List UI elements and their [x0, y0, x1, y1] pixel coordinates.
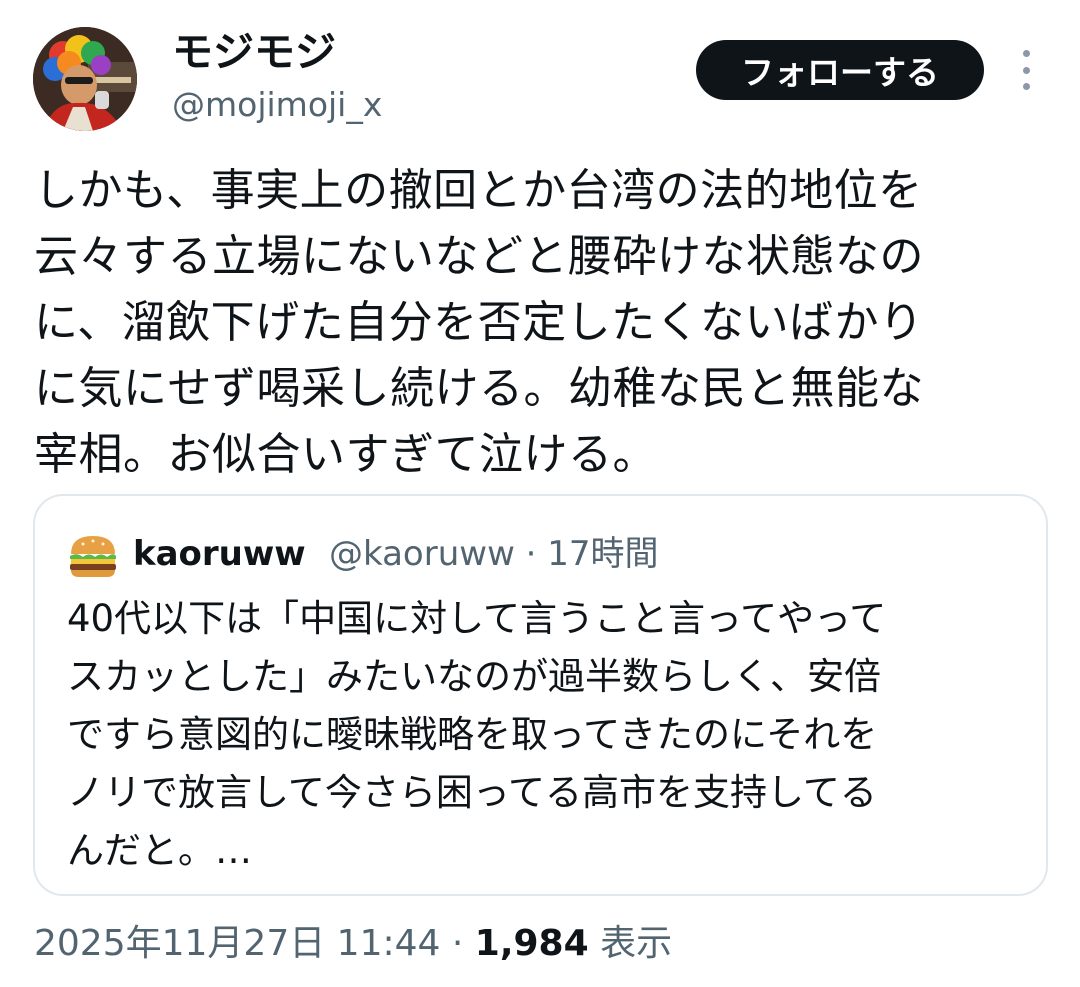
tweet-footer: 2025年11月27日 11:44 · 1,984 表示	[34, 920, 672, 968]
tweet-page: モジモジ @mojimoji_x フォローする しかも、事実上の撤回とか台湾の法…	[0, 0, 1080, 987]
tweet-text-line: に、溜飲下げた自分を否定したくないばかり	[34, 297, 924, 348]
tweet-text: しかも、事実上の撤回とか台湾の法的地位を 云々する立場にないなどと腰砕けな状態な…	[34, 158, 1044, 488]
tweet-timestamp[interactable]: 2025年11月27日 11:44 ·	[34, 923, 475, 964]
tweet-text-line: しかも、事実上の撤回とか台湾の法的地位を	[34, 165, 923, 216]
view-label: 表示	[588, 923, 673, 964]
more-vertical-icon[interactable]	[1012, 50, 1040, 90]
follow-button[interactable]: フォローする	[696, 40, 984, 100]
author-display-name[interactable]: モジモジ	[172, 28, 336, 76]
more-dot	[1022, 83, 1030, 90]
more-dot	[1022, 50, 1030, 57]
quoted-author-meta: @kaoruww · 17時間	[329, 534, 659, 574]
hamburger-emoji-icon[interactable]	[67, 532, 119, 580]
quoted-text-line: んだと。…	[67, 829, 252, 872]
quoted-text-line: ノリで放言して今さら困ってる高市を支持してる	[67, 771, 877, 814]
tweet-text-line: に気にせず喝采し続ける。幼稚な民と無能な	[34, 363, 924, 414]
tweet-text-line: 云々する立場にないなどと腰砕けな状態なの	[34, 231, 924, 282]
quoted-text-line: ですら意図的に曖昧戦略を取ってきたのにそれを	[67, 713, 878, 756]
user-avatar[interactable]	[33, 27, 137, 131]
quoted-text-line: 40代以下は「中国に対して言うこと言ってやって	[67, 597, 887, 640]
author-handle[interactable]: @mojimoji_x	[172, 84, 382, 126]
quoted-tweet-text: 40代以下は「中国に対して言うこと言ってやって スカッとした」みたいなのが過半数…	[67, 590, 1027, 880]
view-count: 1,984	[474, 923, 589, 964]
more-dot	[1022, 66, 1030, 74]
quoted-tweet-card[interactable]: kaoruww @kaoruww · 17時間 40代以下は「中国に対して言うこ…	[33, 494, 1048, 896]
quoted-author-name[interactable]: kaoruww	[133, 532, 306, 576]
quoted-text-line: スカッとした」みたいなのが過半数らしく、安倍	[67, 655, 881, 698]
tweet-text-line: 宰相。お似合いすぎて泣ける。	[34, 429, 657, 480]
